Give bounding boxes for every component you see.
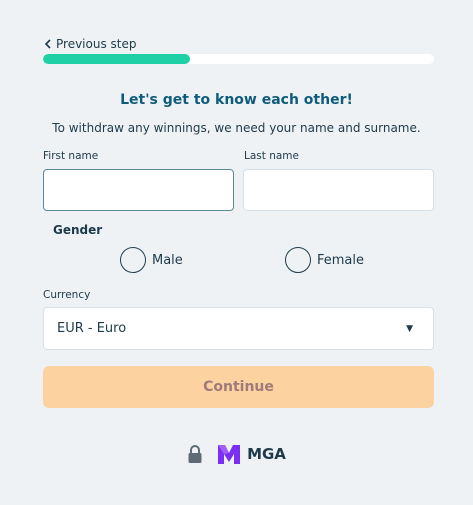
gender-label: Gender <box>53 223 103 237</box>
footer-badges: MGA <box>0 443 473 465</box>
currency-select[interactable]: EUR - Euro ▼ <box>43 307 434 350</box>
radio-circle[interactable] <box>120 247 146 273</box>
gender-radio-male[interactable]: Male <box>120 247 183 273</box>
caret-down-icon: ▼ <box>406 323 413 334</box>
currency-selected-value: EUR - Euro <box>57 321 127 336</box>
gender-radio-female[interactable]: Female <box>285 247 364 273</box>
progress-bar <box>43 54 434 64</box>
progress-fill <box>43 54 190 64</box>
gender-option-label: Male <box>152 252 183 268</box>
first-name-label: First name <box>43 150 99 162</box>
currency-label: Currency <box>43 289 91 301</box>
mga-badge: MGA <box>217 443 286 465</box>
continue-button[interactable]: Continue <box>43 366 434 408</box>
mga-logo-icon <box>218 445 241 464</box>
mga-text: MGA <box>247 445 286 463</box>
last-name-label: Last name <box>244 150 299 162</box>
gender-option-label: Female <box>317 252 365 268</box>
lock-icon <box>188 445 202 463</box>
previous-step-label: Previous step <box>56 37 137 51</box>
first-name-input[interactable] <box>43 169 234 211</box>
previous-step-link[interactable]: Previous step <box>44 37 136 51</box>
last-name-input[interactable] <box>243 169 434 211</box>
radio-circle[interactable] <box>285 247 311 273</box>
chevron-left-icon <box>44 39 51 49</box>
page-subtitle: To withdraw any winnings, we need your n… <box>52 121 421 135</box>
page-title: Let's get to know each other! <box>120 92 353 108</box>
